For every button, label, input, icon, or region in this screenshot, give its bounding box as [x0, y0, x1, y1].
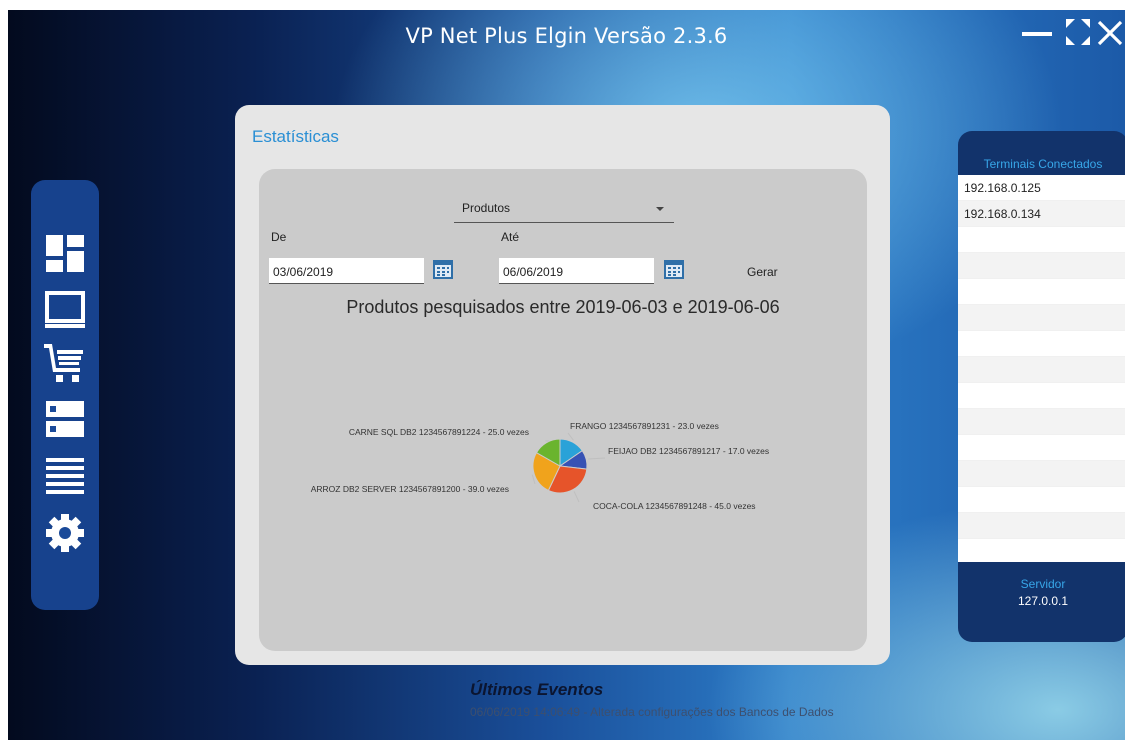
panel-title: Estatísticas	[252, 127, 339, 146]
gear-icon[interactable]	[42, 510, 88, 556]
title-bar: VP Net Plus Elgin Versão 2.3.6	[8, 10, 1125, 66]
empty-row	[958, 357, 1125, 383]
terminals-title: Terminais Conectados	[983, 157, 1103, 171]
leader-line	[567, 432, 574, 441]
server-icon[interactable]	[42, 396, 88, 442]
close-button[interactable]	[1096, 16, 1124, 48]
empty-row	[958, 513, 1125, 539]
list-item[interactable]: 192.168.0.134	[958, 201, 1125, 227]
events-title: Últimos Eventos	[470, 680, 604, 699]
pie-slice-label: COCA-COLA 1234567891248 - 45.0 vezes	[593, 501, 756, 511]
close-icon	[1097, 20, 1123, 46]
empty-row	[958, 461, 1125, 487]
list-icon[interactable]	[42, 452, 88, 498]
leader-line	[588, 457, 606, 460]
app-window: VP Net Plus Elgin Versão 2.3.6 Estatísti…	[8, 10, 1125, 740]
empty-row	[958, 409, 1125, 435]
left-sidebar	[31, 180, 99, 610]
terminal-list[interactable]: 192.168.0.125 192.168.0.134	[958, 175, 1125, 562]
list-item[interactable]: 192.168.0.125	[958, 175, 1125, 201]
pie-slice-label: CARNE SQL DB2 1234567891224 - 25.0 vezes	[349, 427, 529, 437]
pie-slice-label: FEIJAO DB2 1234567891217 - 17.0 vezes	[608, 446, 769, 456]
server-label: Servidor	[1020, 577, 1066, 591]
empty-row	[958, 383, 1125, 409]
leader-line	[573, 491, 580, 503]
statistics-panel: Estatísticas Produtos De Até 03/06/2019 …	[235, 105, 890, 665]
minimize-button[interactable]	[1020, 20, 1054, 46]
expand-icon	[1066, 19, 1090, 45]
pie-slice-label: ARROZ DB2 SERVER 1234567891200 - 39.0 ve…	[311, 484, 509, 494]
empty-row	[958, 435, 1125, 461]
terminals-panel: Terminais Conectados 192.168.0.125 192.1…	[958, 131, 1125, 642]
empty-row	[958, 487, 1125, 513]
empty-row	[958, 279, 1125, 305]
pie-chart: FRANGO 1234567891231 - 23.0 vezes FEIJAO …	[311, 421, 769, 511]
pie-slice-label: FRANGO 1234567891231 - 23.0 vezes	[570, 421, 719, 431]
empty-row	[958, 227, 1125, 253]
statistics-content: Produtos De Até 03/06/2019 06/06/2019 Ge…	[259, 169, 867, 651]
cart-icon[interactable]	[42, 340, 88, 386]
monitor-icon[interactable]	[42, 286, 88, 332]
empty-row	[958, 253, 1125, 279]
last-event-text: 06/06/2019 14:06:49 - Alterada configura…	[470, 705, 834, 719]
empty-row	[958, 331, 1125, 357]
maximize-button[interactable]	[1063, 16, 1093, 48]
server-address: 127.0.0.1	[1017, 594, 1069, 608]
dashboard-icon[interactable]	[42, 230, 88, 276]
empty-row	[958, 305, 1125, 331]
window-title: VP Net Plus Elgin Versão 2.3.6	[405, 24, 728, 48]
